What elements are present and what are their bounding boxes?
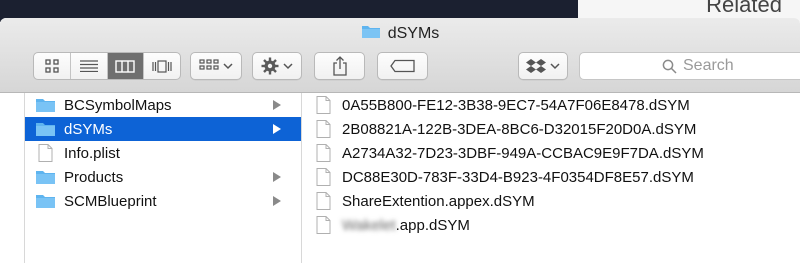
item-label: 0A55B800-FE12-3B38-9EC7-54A7F06E8478.dSY… [342, 96, 690, 114]
finder-window: dSYMs Search BCSymbolMaps dSYMs Info.pli… [0, 18, 800, 263]
share-icon [332, 56, 347, 76]
cover-flow-view-button[interactable] [144, 53, 180, 79]
list-item-products[interactable]: Products [25, 165, 301, 189]
icon-view-button[interactable] [34, 53, 71, 79]
list-item-dsym-file[interactable]: Wakelet.app.dSYM [301, 213, 800, 237]
item-label: A2734A32-7D23-3DBF-949A-CCBAC9E9F7DA.dSY… [342, 144, 704, 162]
list-item-info-plist[interactable]: Info.plist [25, 141, 301, 165]
list-item-dsym-file[interactable]: A2734A32-7D23-3DBF-949A-CCBAC9E9F7DA.dSY… [301, 141, 800, 165]
icon-grid-icon [45, 59, 59, 73]
tag-icon [389, 59, 415, 73]
list-item-scmblueprint[interactable]: SCMBlueprint [25, 189, 301, 213]
list-view-button[interactable] [71, 53, 108, 79]
item-label: BCSymbolMaps [64, 96, 172, 114]
search-placeholder: Search [683, 57, 734, 74]
list-lines-icon [79, 60, 98, 72]
item-label: ShareExtention.appex.dSYM [342, 192, 535, 210]
gear-icon [261, 57, 279, 75]
edit-tags-button[interactable] [377, 52, 428, 80]
columns-icon [115, 59, 136, 73]
list-item-bcsymbolmaps[interactable]: BCSymbolMaps [25, 93, 301, 117]
chevron-down-icon [223, 63, 233, 70]
chevron-down-icon [550, 63, 560, 70]
window-title-text: dSYMs [387, 24, 440, 42]
dropbox-button[interactable] [518, 52, 568, 80]
list-item-dsym-file[interactable]: 2B08821A-122B-3DEA-8BC6-D32015F20D0A.dSY… [301, 117, 800, 141]
dropbox-icon [526, 58, 546, 73]
search-field[interactable]: Search [579, 52, 800, 80]
list-item-dsyms[interactable]: dSYMs [25, 117, 301, 141]
disclosure-arrow-icon [273, 196, 281, 206]
disclosure-arrow-icon [273, 124, 281, 134]
window-title: dSYMs [0, 23, 800, 44]
document-icon [313, 96, 334, 114]
redacted-app-name: Wakelet [342, 216, 396, 234]
list-item-dsym-file[interactable]: DC88E30D-783F-33D4-B923-4F0354DF8E57.dSY… [301, 165, 800, 189]
folder-icon [361, 23, 381, 44]
list-item-dsym-file[interactable]: 0A55B800-FE12-3B38-9EC7-54A7F06E8478.dSY… [301, 93, 800, 117]
share-button[interactable] [314, 52, 365, 80]
item-label: DC88E30D-783F-33D4-B923-4F0354DF8E57.dSY… [342, 168, 694, 186]
item-label: 2B08821A-122B-3DEA-8BC6-D32015F20D0A.dSY… [342, 120, 697, 138]
dsyms-contents-column: 0A55B800-FE12-3B38-9EC7-54A7F06E8478.dSY… [301, 93, 800, 263]
chevron-down-icon [283, 63, 293, 70]
document-icon [313, 216, 334, 234]
action-button[interactable] [252, 52, 302, 80]
folder-icon [35, 96, 56, 114]
folder-icon [35, 168, 56, 186]
item-label: Info.plist [64, 144, 120, 162]
document-icon [313, 168, 334, 186]
item-label-suffix: .app.dSYM [395, 216, 470, 234]
arrange-icon [199, 59, 219, 70]
archive-contents-column: BCSymbolMaps dSYMs Info.plist Products S… [24, 93, 302, 263]
disclosure-arrow-icon [273, 100, 281, 110]
column-view-button[interactable] [107, 53, 145, 79]
document-icon [313, 120, 334, 138]
document-icon [313, 192, 334, 210]
search-icon [662, 59, 677, 74]
list-item-dsym-file[interactable]: ShareExtention.appex.dSYM [301, 189, 800, 213]
disclosure-arrow-icon [273, 172, 281, 182]
item-label: Products [64, 168, 124, 186]
document-icon [35, 144, 56, 162]
item-label: SCMBlueprint [64, 192, 157, 210]
toolbar: dSYMs Search [0, 18, 800, 93]
folder-icon [35, 192, 56, 210]
folder-icon [35, 120, 56, 138]
view-mode-segmented-control [33, 52, 181, 80]
item-label: Wakelet.app.dSYM [342, 217, 470, 234]
document-icon [313, 144, 334, 162]
column-browser: BCSymbolMaps dSYMs Info.plist Products S… [0, 93, 800, 263]
item-label: dSYMs [64, 120, 113, 138]
arrange-button[interactable] [190, 52, 242, 80]
background-related-text: Related [706, 0, 782, 17]
cover-flow-icon [152, 59, 172, 73]
